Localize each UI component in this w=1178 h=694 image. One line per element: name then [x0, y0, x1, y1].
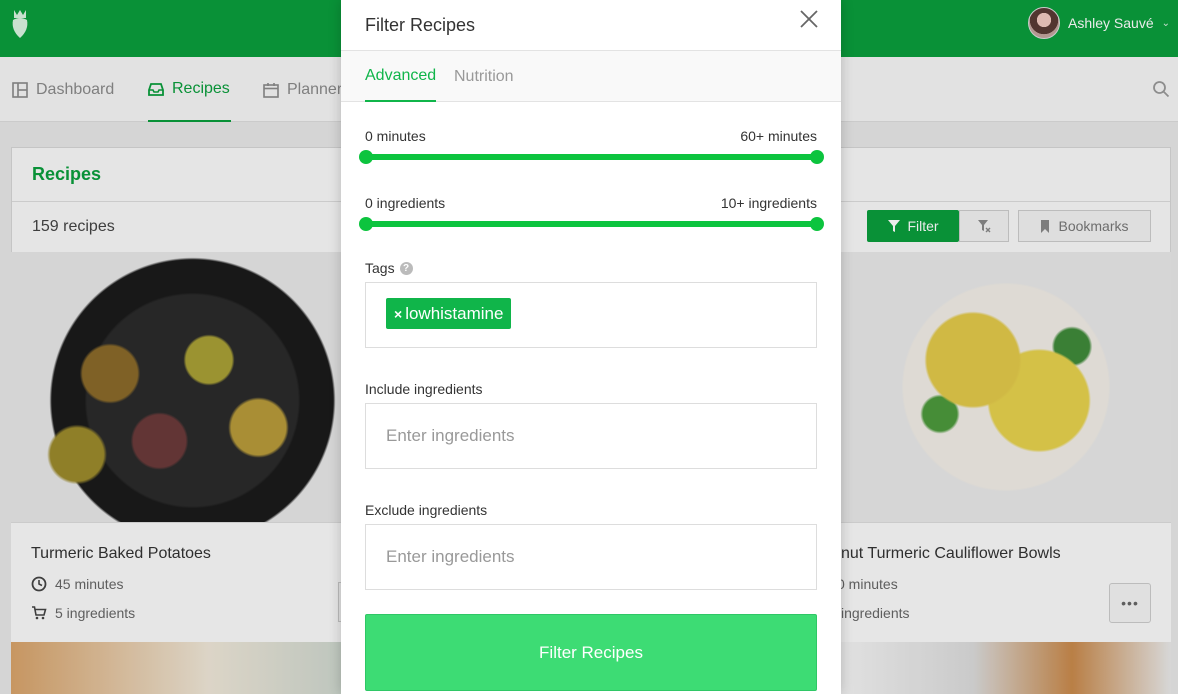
include-label: Include ingredients [365, 381, 483, 397]
nav-item-label: Planner [287, 80, 343, 98]
recipe-title[interactable]: nut Turmeric Cauliflower Bowls [841, 545, 1061, 563]
nav-item-recipes[interactable]: Recipes [148, 57, 231, 122]
slider-max-handle[interactable] [810, 150, 824, 164]
recipe-time-text: 0 minutes [837, 576, 898, 592]
recipe-time-text: 45 minutes [55, 576, 124, 592]
recipe-ingredients: ingredients [841, 605, 910, 621]
nav-item-dashboard[interactable]: Dashboard [12, 57, 114, 122]
recipe-time: 0 minutes [837, 576, 898, 592]
slider-fill [366, 154, 817, 160]
exclude-label: Exclude ingredients [365, 502, 488, 518]
tags-label: Tags ? [365, 260, 413, 276]
recipe-title[interactable]: Turmeric Baked Potatoes [31, 545, 211, 563]
recipe-count: 159 recipes [32, 218, 115, 235]
recipe-image[interactable] [11, 642, 341, 694]
recipe-image[interactable] [841, 642, 1171, 694]
user-name: Ashley Sauvé [1068, 15, 1154, 31]
avatar [1028, 7, 1060, 39]
recipe-time: 45 minutes [31, 576, 123, 592]
filter-button[interactable]: Filter [867, 210, 959, 242]
recipe-ingredients-text: 5 ingredients [55, 605, 136, 621]
nav-item-planner[interactable]: Planner [263, 57, 342, 122]
slider-max-handle[interactable] [810, 217, 824, 231]
ingredients-max-label: 10+ ingredients [720, 195, 817, 211]
slider-min-handle[interactable] [359, 150, 373, 164]
remove-tag-icon[interactable]: × [394, 306, 402, 322]
slider-min-handle[interactable] [359, 217, 373, 231]
modal-tabs: Advanced Nutrition [341, 51, 841, 102]
filter-modal: Filter Recipes Advanced Nutrition 0 minu… [341, 0, 841, 694]
nav-item-label: Recipes [172, 79, 230, 97]
cart-icon [32, 606, 47, 620]
dashboard-icon [12, 81, 28, 98]
filter-button-label: Filter [907, 218, 939, 234]
modal-title: Filter Recipes [341, 0, 841, 51]
time-min-label: 0 minutes [365, 128, 426, 144]
exclude-ingredients-input[interactable] [365, 524, 817, 590]
tag-label: lowhistamine [405, 303, 504, 323]
search-icon[interactable] [1152, 80, 1170, 98]
clear-filter-button[interactable] [959, 210, 1009, 242]
time-range-slider[interactable] [359, 149, 824, 165]
tags-input[interactable]: × lowhistamine [365, 282, 817, 348]
tray-icon [148, 82, 164, 96]
tab-advanced[interactable]: Advanced [365, 51, 437, 102]
chevron-down-icon: ⌄ [1161, 17, 1170, 29]
recipe-ingredients-text: ingredients [841, 605, 910, 621]
recipe-image[interactable] [841, 252, 1171, 522]
bookmarks-button[interactable]: Bookmarks [1018, 210, 1151, 242]
tab-nutrition[interactable]: Nutrition [454, 51, 514, 102]
recipe-card[interactable]: nut Turmeric Cauliflower Bowls 0 minutes… [837, 522, 1171, 642]
time-max-label: 60+ minutes [740, 128, 817, 144]
ingredients-range-slider[interactable] [359, 216, 824, 232]
help-icon[interactable]: ? [399, 261, 413, 275]
tag-chip: × lowhistamine [386, 298, 512, 329]
user-menu[interactable]: Ashley Sauvé ⌄ [1028, 7, 1170, 39]
filter-icon [888, 220, 901, 232]
clear-filter-icon [978, 220, 991, 233]
bookmark-icon [1041, 219, 1050, 233]
close-icon[interactable] [799, 9, 819, 29]
nav-item-label: Dashboard [36, 80, 115, 98]
recipe-ingredients: 5 ingredients [31, 605, 135, 621]
tags-label-text: Tags [365, 260, 395, 276]
logo-icon[interactable] [10, 6, 30, 40]
ingredients-min-label: 0 ingredients [365, 195, 446, 211]
slider-fill [366, 221, 817, 227]
bookmarks-button-label: Bookmarks [1058, 218, 1129, 234]
filter-recipes-button[interactable]: Filter Recipes [365, 614, 817, 691]
clock-icon [31, 576, 47, 592]
recipe-card[interactable]: Turmeric Baked Potatoes 45 minutes 5 ing… [11, 522, 341, 642]
calendar-icon [263, 82, 279, 98]
more-options-button[interactable]: ••• [1109, 583, 1151, 623]
include-ingredients-input[interactable] [365, 403, 817, 469]
recipe-image[interactable] [11, 252, 341, 522]
